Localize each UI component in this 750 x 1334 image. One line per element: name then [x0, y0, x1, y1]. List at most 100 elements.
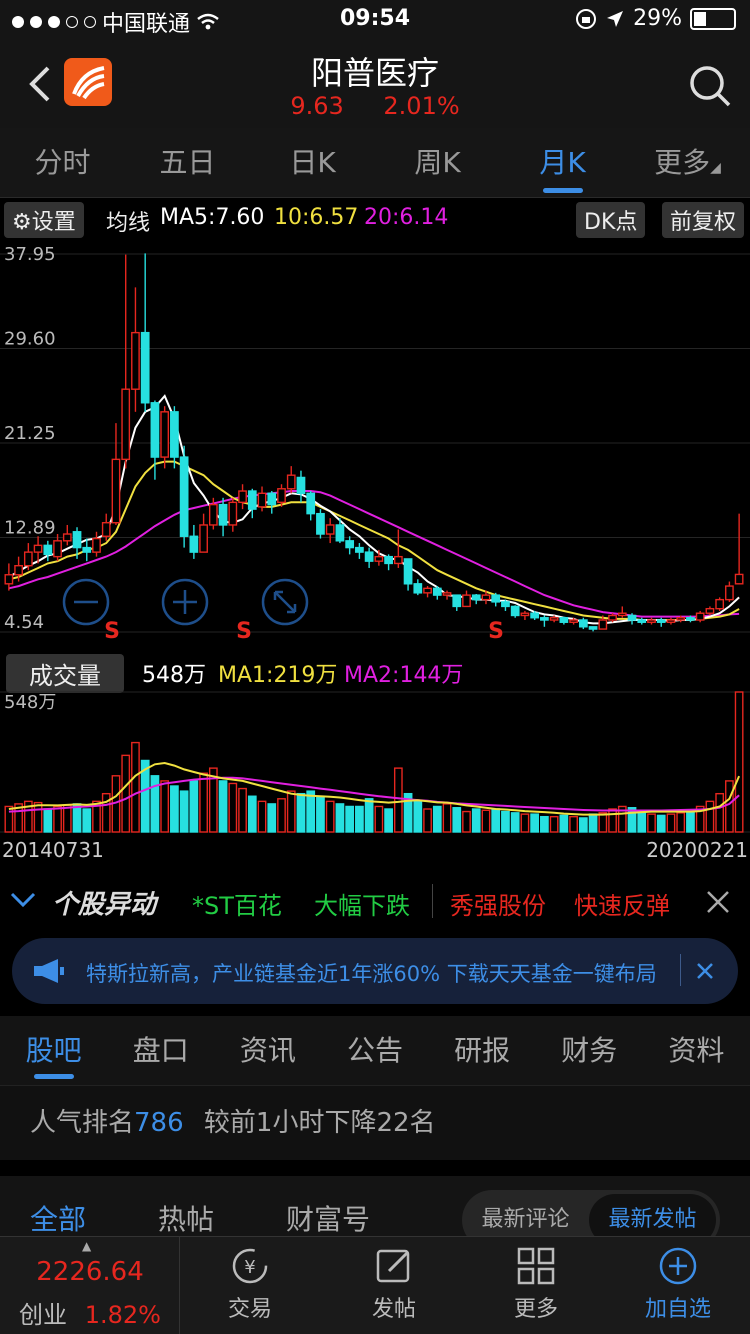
stock-alert-strip: 个股异动 *ST百花 大幅下跌 秀强股份 快速反弹 [0, 872, 750, 930]
candle-down [296, 476, 306, 494]
edit-icon [376, 1249, 410, 1283]
volume-bar-down [452, 807, 462, 833]
yen-cycle-icon: ¥ [232, 1248, 268, 1284]
volume-bar-down [179, 790, 189, 833]
tab-research[interactable]: 研报 [429, 1016, 536, 1085]
candle-down [345, 540, 355, 549]
nav-post-label: 发帖 [371, 1297, 416, 1322]
volume-bar-up [608, 808, 617, 833]
zoom-in-icon [173, 590, 197, 614]
candle-down [306, 492, 316, 515]
candle-down [170, 411, 179, 458]
tab-all-posts[interactable]: 全部 [30, 1198, 86, 1238]
volume-bar-up [569, 815, 578, 833]
chevron-down-icon[interactable] [10, 890, 36, 910]
status-bar: 中国联通 09:54 29% [0, 0, 750, 40]
candlestick-chart[interactable]: 37.95 29.60 21.25 12.89 4.54 S S S [0, 240, 750, 650]
tab-hot-posts[interactable]: 热帖 [158, 1198, 214, 1238]
volume-bar-up [393, 767, 403, 833]
close-icon[interactable] [706, 890, 730, 914]
volume-bar-up [62, 804, 72, 833]
alert-stock-1[interactable]: *ST百花 [192, 886, 282, 921]
nav-more[interactable]: 更多 [466, 1245, 606, 1323]
candle-up [121, 388, 131, 461]
candle-up [393, 555, 403, 565]
candle-up [481, 594, 491, 601]
volume-bar-down [267, 803, 277, 833]
stock-price: 9.63 [290, 92, 344, 120]
search-icon[interactable] [688, 64, 732, 108]
tab-intraday[interactable]: 分时 [0, 128, 125, 197]
tab-profile[interactable]: 资料 [643, 1016, 750, 1085]
dk-point-button[interactable]: DK点 [576, 202, 646, 238]
close-icon[interactable] [696, 962, 714, 980]
tab-more[interactable]: 更多◢ [625, 128, 750, 197]
volume-bar-up [598, 812, 608, 833]
volume-bar-down [491, 808, 501, 833]
volume-bar-down [170, 785, 179, 833]
candle-up [374, 555, 384, 562]
volume-bar-down [43, 808, 53, 833]
tab-daily-k[interactable]: 日K [250, 128, 375, 197]
tab-five-day[interactable]: 五日 [125, 128, 250, 197]
volume-bar-down [247, 795, 257, 833]
alert-stock-2[interactable]: 秀强股份 [450, 886, 546, 921]
volume-bar-up [666, 813, 676, 833]
index-ticker[interactable]: ▲ 2226.64 创业 1.82% [0, 1237, 180, 1334]
nav-add-watchlist[interactable]: 加自选 [608, 1245, 748, 1323]
candle-up [4, 574, 14, 585]
tab-announcements[interactable]: 公告 [321, 1016, 428, 1085]
settings-button[interactable]: ⚙设置 [4, 202, 84, 238]
volume-bar-up [4, 805, 14, 833]
stock-name: 阳普医疗 [310, 54, 439, 92]
alert-divider [432, 884, 433, 918]
stock-quote: 9.63 2.01% [0, 92, 750, 120]
tab-finance[interactable]: 财务 [536, 1016, 643, 1085]
zoom-out-button[interactable] [62, 578, 110, 626]
tab-fortune-posts[interactable]: 财富号 [286, 1198, 370, 1238]
volume-bar-down [530, 813, 540, 833]
ad-banner[interactable]: 特斯拉新高，产业链基金近1年涨60% 下载天天基金一键布局 [12, 938, 738, 1004]
candle-up [617, 612, 627, 617]
rank-change: 较前1小时下降22名 [203, 1108, 436, 1138]
volume-chart[interactable]: 548万 [0, 688, 750, 838]
volume-bar-up [228, 782, 238, 833]
rank-number: 786 [134, 1108, 184, 1138]
volume-bar-up [160, 780, 170, 833]
candle-up [442, 592, 452, 596]
start-date: 20140731 [2, 838, 104, 862]
tab-forum[interactable]: 股吧 [0, 1016, 107, 1085]
alert-event-2: 快速反弹 [574, 892, 670, 920]
chart-grid [0, 253, 750, 633]
fullscreen-button[interactable] [261, 578, 309, 626]
volume-bar-up [725, 780, 734, 833]
tab-weekly-k[interactable]: 周K [375, 128, 500, 197]
candle-down [530, 612, 540, 619]
nav-post[interactable]: 发帖 [324, 1245, 464, 1323]
volume-bar-up [481, 809, 491, 833]
candle-up [199, 524, 208, 553]
rank-prefix: 人气排名 [30, 1108, 135, 1138]
candle-down [501, 601, 510, 608]
volume-bar-down [364, 798, 374, 833]
stock-change: 2.01% [383, 92, 460, 120]
popularity-rank: 人气排名786 较前1小时下降22名 [0, 1086, 750, 1160]
tab-order-book[interactable]: 盘口 [107, 1016, 214, 1085]
settings-label: 设置 [31, 210, 76, 235]
adjust-price-button[interactable]: 前复权 [662, 202, 745, 238]
candle-down [355, 546, 364, 553]
ma20-value: 20:6.14 [364, 205, 449, 230]
candle-up [598, 619, 608, 630]
banner-divider [680, 954, 681, 986]
candle-up [257, 492, 267, 508]
zoom-in-button[interactable] [161, 578, 209, 626]
plus-circle-icon [659, 1247, 697, 1285]
volume-bar-down [510, 812, 520, 833]
tab-monthly-k[interactable]: 月K [500, 128, 625, 197]
tab-news[interactable]: 资讯 [214, 1016, 321, 1085]
candle-up [725, 585, 734, 601]
volume-bar-down [82, 808, 92, 833]
volume-bar-up [705, 800, 715, 833]
candle-up [277, 488, 286, 504]
nav-trade[interactable]: ¥ 交易 [180, 1245, 320, 1323]
